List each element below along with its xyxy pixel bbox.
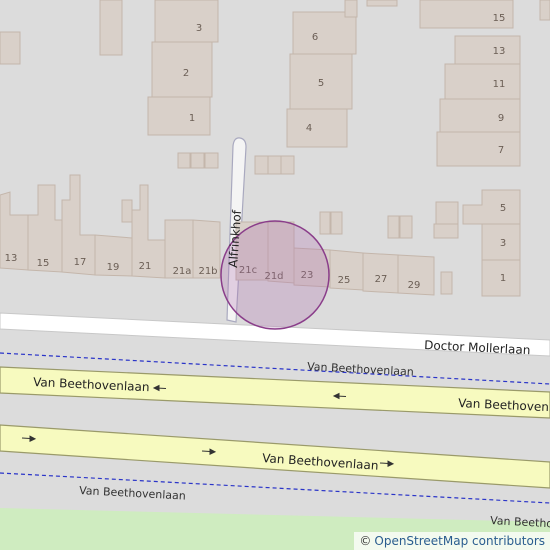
map-attribution: © OpenStreetMap contributors: [354, 532, 550, 550]
attribution-link[interactable]: OpenStreetMap contributors: [374, 534, 545, 548]
svg-text:1: 1: [500, 273, 506, 284]
svg-text:27: 27: [375, 274, 388, 285]
svg-text:17: 17: [74, 257, 87, 268]
svg-text:2: 2: [183, 68, 189, 79]
svg-text:21b: 21b: [198, 266, 217, 277]
map-canvas[interactable]: 15 13 11 9 7 3 2 1 6 5 4 13 15 17 19 21 …: [0, 0, 550, 550]
svg-text:3: 3: [500, 238, 506, 249]
copyright-symbol: ©: [359, 534, 372, 548]
svg-text:15: 15: [493, 13, 506, 24]
svg-text:21a: 21a: [173, 266, 192, 277]
svg-text:5: 5: [500, 203, 506, 214]
svg-text:9: 9: [498, 113, 504, 124]
svg-text:25: 25: [338, 275, 351, 286]
svg-text:4: 4: [306, 123, 312, 134]
svg-text:7: 7: [498, 145, 504, 156]
svg-text:13: 13: [5, 253, 18, 264]
svg-text:21: 21: [139, 261, 152, 272]
svg-text:19: 19: [107, 262, 120, 273]
svg-text:29: 29: [408, 280, 421, 291]
svg-text:1: 1: [189, 113, 195, 124]
svg-text:3: 3: [196, 23, 202, 34]
svg-text:13: 13: [493, 46, 506, 57]
svg-text:15: 15: [37, 258, 50, 269]
svg-text:5: 5: [318, 78, 324, 89]
svg-text:6: 6: [312, 32, 318, 43]
svg-text:11: 11: [493, 79, 506, 90]
